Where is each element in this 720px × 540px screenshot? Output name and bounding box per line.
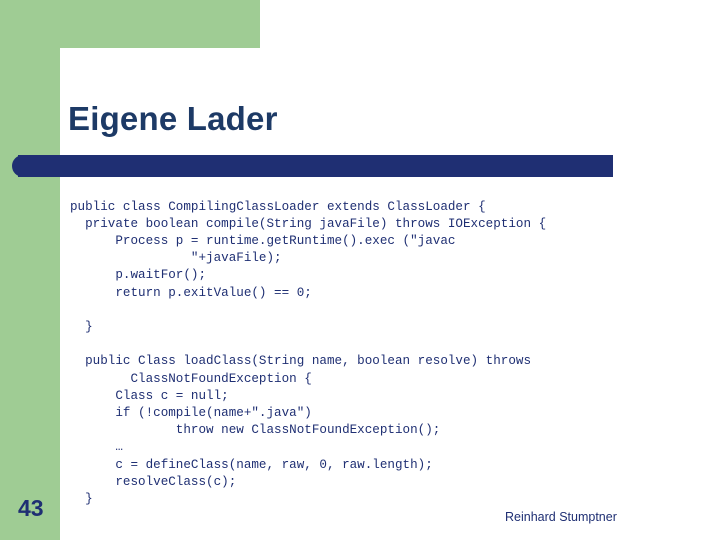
page-title: Eigene Lader: [68, 100, 278, 137]
top-green-block: [60, 0, 260, 48]
slide-number: 43: [18, 495, 44, 521]
left-green-band: [0, 0, 60, 540]
title-underline-bar: [18, 155, 613, 177]
code-block: public class CompilingClassLoader extend…: [70, 199, 547, 507]
footer-author: Reinhard Stumptner: [505, 510, 617, 524]
slide: Eigene Lader public class CompilingClass…: [0, 0, 720, 540]
